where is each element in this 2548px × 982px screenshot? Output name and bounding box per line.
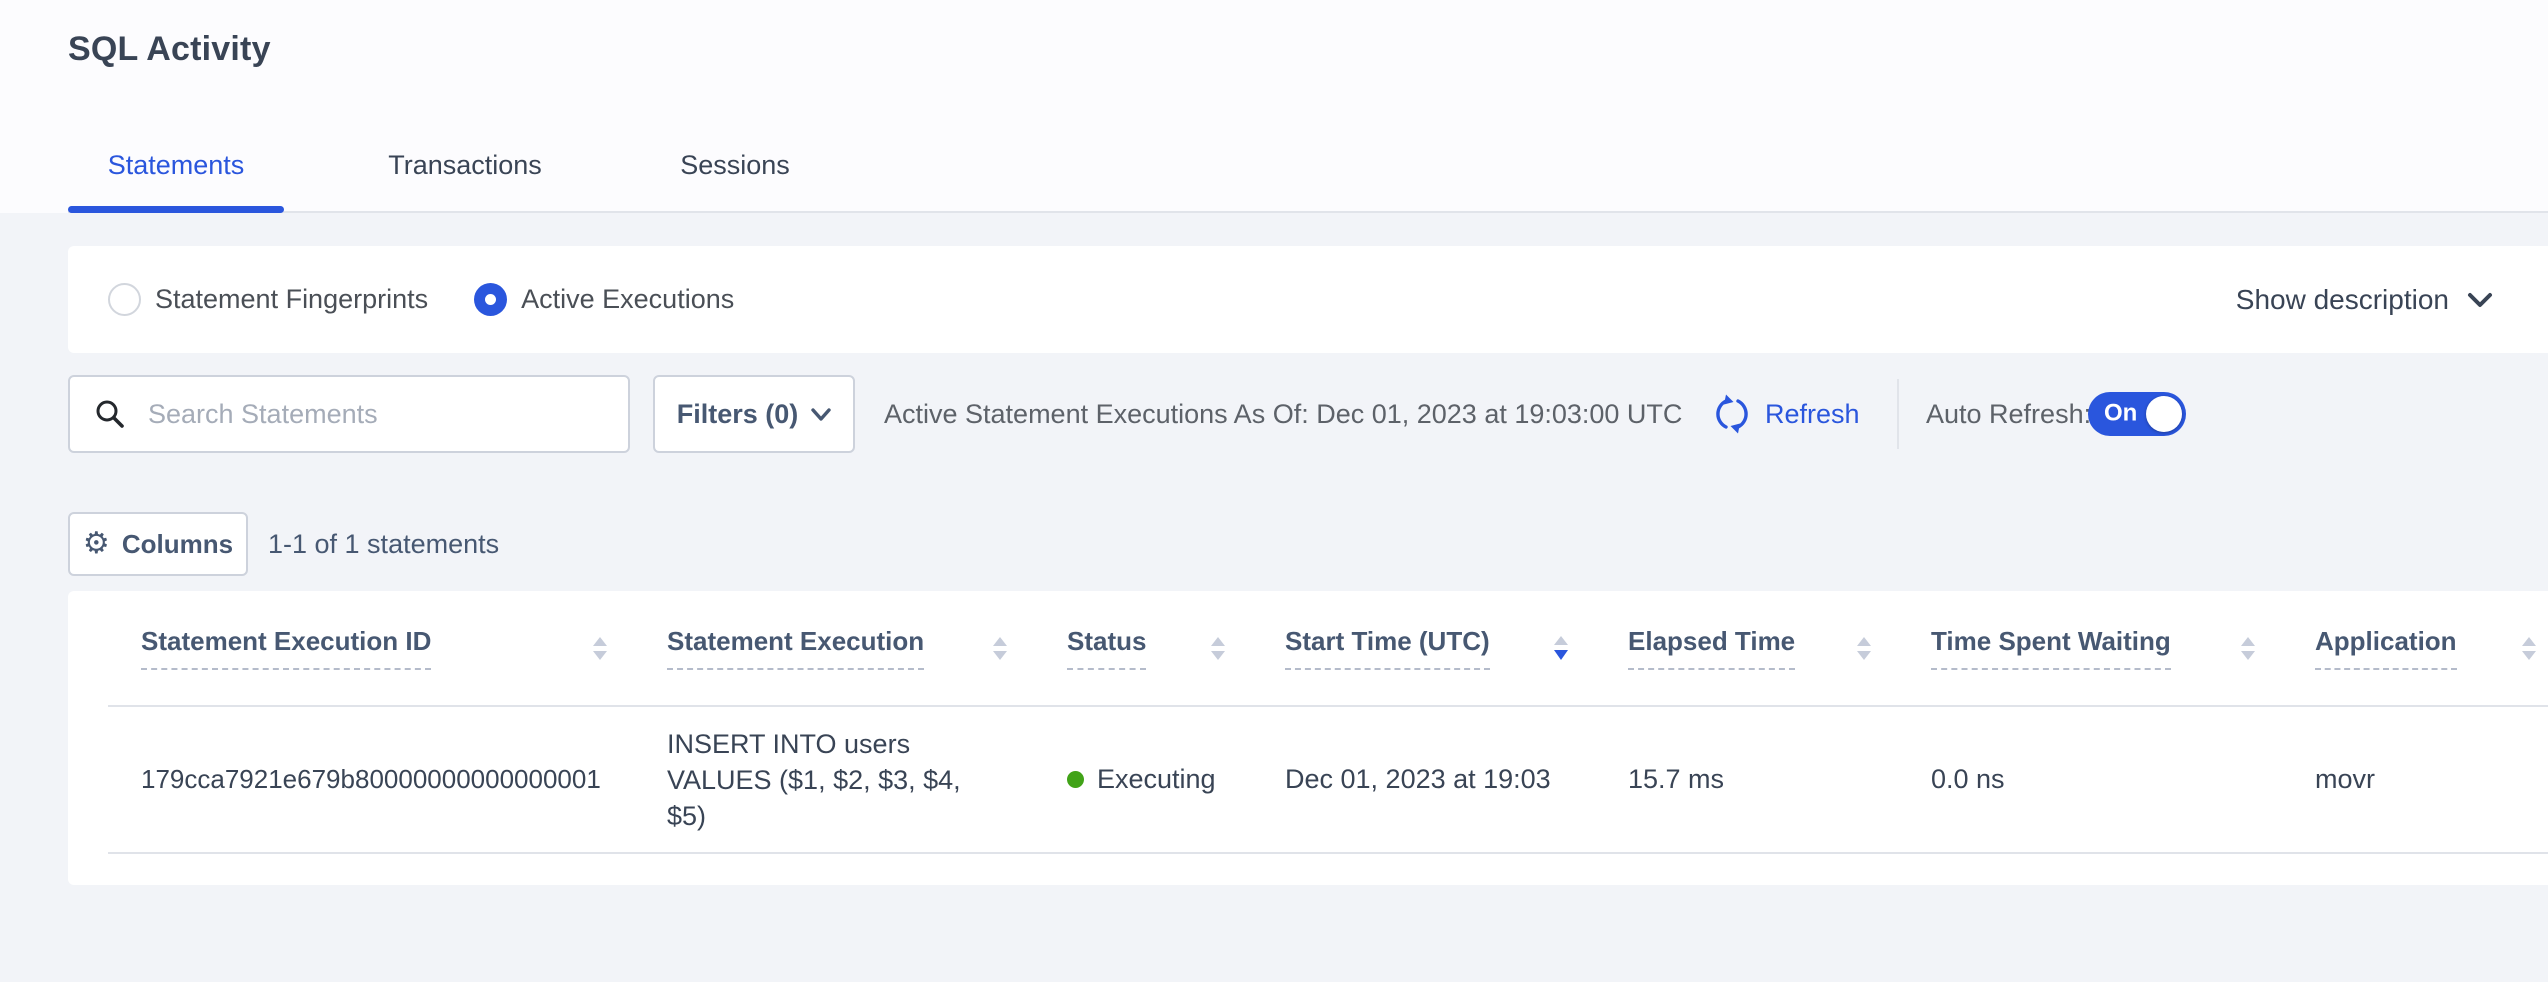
cell-application: movr — [2295, 707, 2548, 852]
radio-label: Statement Fingerprints — [155, 284, 428, 315]
toggle-state-label: On — [2104, 399, 2137, 427]
tab-sessions[interactable]: Sessions — [655, 150, 815, 181]
column-header-statement-execution-id[interactable]: Statement Execution ID — [108, 591, 647, 705]
status-executing-dot — [1067, 771, 1084, 788]
radio-selected-icon — [474, 283, 507, 316]
cell-execution-id: 179cca7921e679b80000000000000001 — [108, 707, 647, 852]
tab-divider — [68, 211, 2548, 213]
refresh-label: Refresh — [1765, 399, 1860, 430]
radio-label: Active Executions — [521, 284, 734, 315]
auto-refresh-toggle[interactable]: On — [2088, 392, 2186, 436]
refresh-button[interactable]: Refresh — [1712, 375, 1860, 453]
column-header-application[interactable]: Application — [2295, 591, 2548, 705]
tab-statements[interactable]: Statements — [68, 150, 284, 181]
cell-statement: INSERT INTO users VALUES ($1, $2, $3, $4… — [647, 707, 1047, 852]
cell-elapsed-time: 15.7 ms — [1608, 707, 1911, 852]
filters-label: Filters (0) — [677, 399, 799, 430]
active-tab-indicator — [68, 206, 284, 213]
column-header-status[interactable]: Status — [1047, 591, 1265, 705]
sort-caret-icon — [2241, 637, 2255, 660]
show-description-label: Show description — [2236, 284, 2449, 316]
sort-caret-icon — [993, 637, 1007, 660]
search-input[interactable] — [146, 398, 590, 431]
search-icon — [94, 398, 126, 430]
search-box — [68, 375, 630, 453]
cell-start-time: Dec 01, 2023 at 19:03 — [1265, 707, 1608, 852]
columns-button[interactable]: ⚙ Columns — [68, 512, 248, 576]
toggle-knob — [2146, 396, 2182, 432]
auto-refresh-label: Auto Refresh: — [1926, 375, 2091, 453]
page-title: SQL Activity — [68, 30, 271, 69]
show-description-toggle[interactable]: Show description — [2236, 284, 2493, 316]
column-header-start-time[interactable]: Start Time (UTC) — [1265, 591, 1608, 705]
radio-icon — [108, 283, 141, 316]
statements-table-card: Statement Execution ID Statement Executi… — [68, 591, 2548, 885]
sort-caret-icon — [1211, 637, 1225, 660]
cell-status: Executing — [1047, 707, 1265, 852]
sort-caret-icon — [593, 637, 607, 660]
column-header-elapsed-time[interactable]: Elapsed Time — [1608, 591, 1911, 705]
chevron-down-icon — [811, 407, 831, 422]
tab-transactions[interactable]: Transactions — [352, 150, 578, 181]
column-header-time-spent-waiting[interactable]: Time Spent Waiting — [1911, 591, 2295, 705]
refresh-icon — [1712, 394, 1752, 434]
view-mode-card: Statement Fingerprints Active Executions… — [68, 246, 2548, 353]
sort-caret-icon-active-desc — [1554, 636, 1568, 660]
columns-label: Columns — [122, 529, 233, 560]
radio-statement-fingerprints[interactable]: Statement Fingerprints — [108, 283, 428, 316]
results-count: 1-1 of 1 statements — [268, 512, 499, 576]
chevron-down-icon — [2467, 291, 2493, 309]
as-of-text: Active Statement Executions As Of: Dec 0… — [884, 375, 1682, 453]
sort-caret-icon — [1857, 637, 1871, 660]
gear-icon: ⚙ — [83, 529, 110, 559]
page-header: SQL Activity Statements Transactions Ses… — [0, 0, 2548, 213]
cell-time-spent-waiting: 0.0 ns — [1911, 707, 2295, 852]
sort-caret-icon — [2522, 637, 2536, 660]
status-label: Executing — [1097, 764, 1216, 795]
column-header-statement-execution[interactable]: Statement Execution — [647, 591, 1047, 705]
table-row[interactable]: 179cca7921e679b80000000000000001 INSERT … — [108, 707, 2548, 854]
filters-button[interactable]: Filters (0) — [653, 375, 855, 453]
vertical-divider — [1897, 379, 1899, 449]
radio-active-executions[interactable]: Active Executions — [474, 283, 734, 316]
table-header-row: Statement Execution ID Statement Executi… — [108, 591, 2548, 707]
controls-row: Filters (0) Active Statement Executions … — [0, 375, 2548, 453]
